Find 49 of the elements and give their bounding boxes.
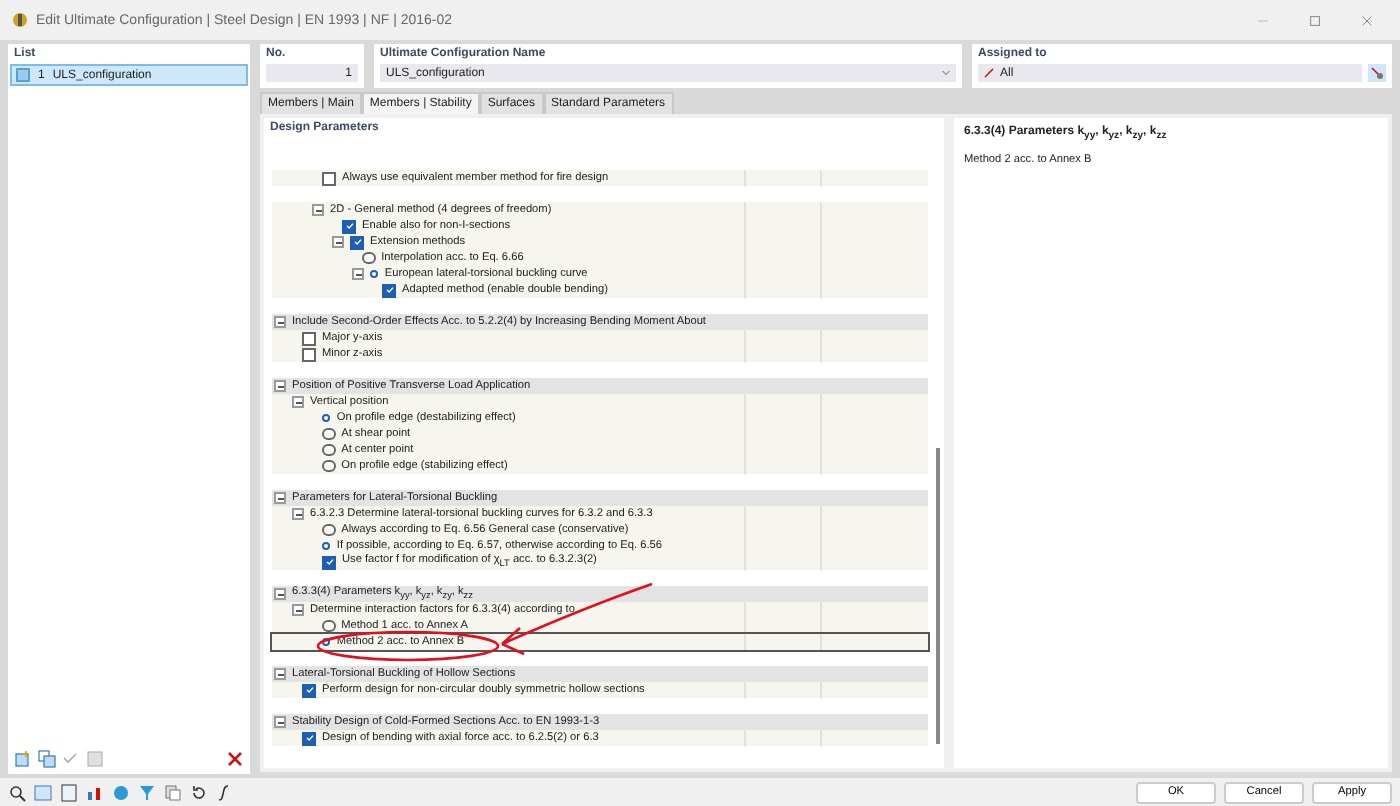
app-logo-icon [12,12,28,28]
radio-button[interactable] [322,459,336,473]
delete-icon[interactable] [226,750,244,768]
radio-button[interactable] [322,427,336,441]
select-icon[interactable] [1368,64,1386,82]
checkbox[interactable] [302,683,316,697]
checkbox[interactable] [302,331,316,345]
checkbox[interactable] [322,171,336,185]
check-all-icon[interactable] [62,750,80,768]
collapse-icon[interactable] [274,668,286,680]
radio-button[interactable] [322,619,336,633]
collapse-icon[interactable] [332,236,344,248]
pencil-icon [984,68,994,78]
function-icon[interactable] [216,783,234,801]
radio-button[interactable] [322,413,331,423]
collapse-icon[interactable] [352,268,364,280]
radio-button[interactable] [322,541,331,551]
collapse-icon[interactable] [274,716,286,728]
scrollbar[interactable] [936,448,940,744]
maximize-icon[interactable] [1309,15,1319,25]
new-item-icon[interactable] [14,750,32,768]
collapse-icon[interactable] [292,508,304,520]
collapse-icon[interactable] [274,492,286,504]
collapse-icon[interactable] [292,604,304,616]
radio-button[interactable] [322,637,331,647]
checkbox[interactable] [302,347,316,361]
radio-button[interactable] [362,251,376,265]
copy-icon[interactable] [164,783,182,801]
collapse-icon[interactable] [274,380,286,392]
copy-icon[interactable] [38,750,56,768]
checkbox[interactable] [350,235,364,249]
radio-button[interactable] [322,523,336,537]
checkbox[interactable] [342,219,356,233]
collapse-icon[interactable] [274,588,286,600]
checkbox[interactable] [322,555,336,569]
caret-icon [942,70,950,76]
reset-icon[interactable] [190,783,208,801]
chart-icon[interactable] [86,783,104,801]
checkbox[interactable] [382,283,396,297]
radio-button[interactable] [370,269,379,279]
collapse-icon[interactable] [274,316,286,328]
collapse-icon[interactable] [292,396,304,408]
search-icon[interactable] [8,783,26,801]
filter-icon[interactable] [138,783,156,801]
checkbox[interactable] [302,731,316,745]
close-icon[interactable] [1361,15,1371,25]
collapse-icon[interactable] [312,204,324,216]
radio-button[interactable] [322,443,336,457]
page-icon[interactable] [60,783,78,801]
